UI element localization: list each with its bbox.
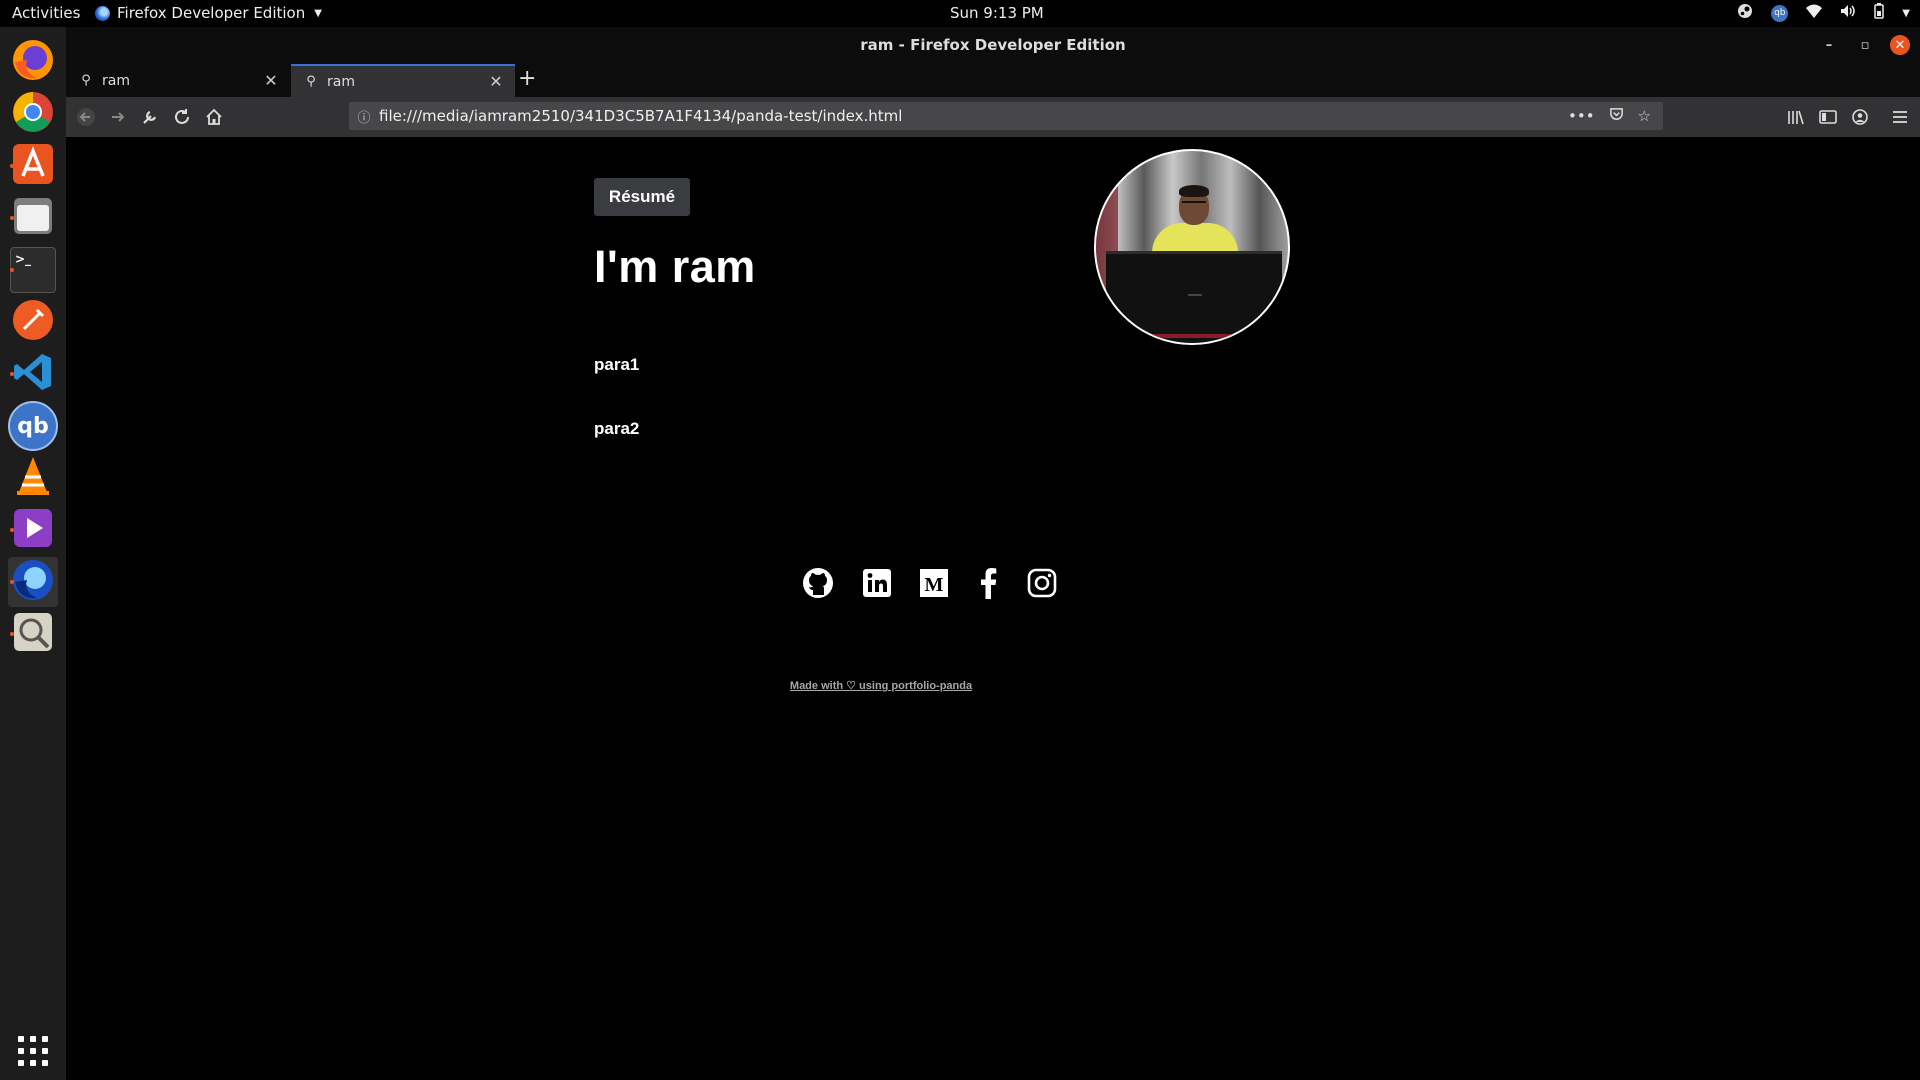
bookmark-star-icon[interactable]: ☆ — [1638, 107, 1651, 126]
reload-button[interactable] — [170, 105, 194, 129]
show-applications-button[interactable] — [18, 1036, 48, 1066]
postman-icon — [11, 298, 55, 346]
dock-firefox-developer-edition[interactable] — [8, 557, 58, 607]
dock-terminal[interactable]: >_ — [8, 245, 58, 295]
activities-button[interactable]: Activities — [12, 4, 80, 22]
tab-1[interactable]: ⚲ ram ✕ — [66, 64, 290, 97]
dock: >_ qb — [0, 27, 66, 1080]
svg-text:M: M — [925, 574, 944, 596]
hamburger-menu-icon[interactable] — [1888, 105, 1912, 129]
instagram-icon[interactable] — [1026, 567, 1058, 599]
dock-postman[interactable] — [8, 297, 58, 347]
files-icon — [11, 194, 55, 242]
dock-vscode[interactable] — [8, 349, 58, 399]
system-top-bar: Activities Firefox Developer Edition ▼ S… — [0, 0, 1920, 27]
sidebar-toggle-icon[interactable] — [1816, 105, 1840, 129]
tab-label: ram — [102, 72, 130, 89]
window-title: ram - Firefox Developer Edition — [860, 36, 1126, 54]
dock-files[interactable] — [8, 193, 58, 243]
page-actions-menu-icon[interactable]: ••• — [1568, 107, 1595, 126]
vscode-icon — [11, 350, 55, 398]
new-tab-button[interactable]: + — [518, 66, 536, 91]
terminal-icon: >_ — [10, 247, 56, 293]
caret-down-icon: ▼ — [314, 7, 322, 19]
url-bar[interactable]: ⓘ file:///media/iamram2510/341D3C5B7A1F4… — [349, 102, 1663, 130]
running-indicator — [10, 164, 14, 168]
maximize-button[interactable]: ▫ — [1854, 34, 1876, 56]
chrome-icon — [11, 90, 55, 138]
paragraph-2: para2 — [594, 419, 640, 438]
running-indicator — [10, 580, 14, 584]
linkedin-icon[interactable] — [861, 567, 893, 599]
medium-icon[interactable]: M — [918, 567, 950, 599]
library-icon[interactable] — [1784, 105, 1808, 129]
github-icon[interactable] — [802, 567, 834, 599]
close-window-button[interactable]: ✕ — [1890, 35, 1910, 55]
site-info-icon[interactable]: ⓘ — [349, 107, 379, 126]
dock-vlc[interactable] — [8, 453, 58, 503]
system-menu-caret-icon[interactable]: ▼ — [1902, 8, 1910, 19]
tab-2[interactable]: ⚲ ram ✕ — [291, 64, 515, 97]
profile-avatar — [1094, 149, 1290, 345]
pocket-icon[interactable] — [1609, 107, 1624, 126]
home-button[interactable] — [202, 105, 226, 129]
resume-button[interactable]: Résumé — [594, 178, 690, 216]
qbittorrent-tray-icon[interactable]: qb — [1771, 4, 1789, 22]
page-headline: I'm ram — [594, 241, 756, 292]
wifi-icon[interactable] — [1806, 4, 1823, 22]
volume-icon[interactable] — [1840, 4, 1856, 22]
url-text[interactable]: file:///media/iamram2510/341D3C5B7A1F413… — [379, 107, 1568, 125]
qbittorrent-icon: qb — [8, 401, 58, 451]
back-button[interactable] — [74, 105, 98, 129]
panda-favicon-icon: ⚲ — [306, 74, 316, 89]
clock[interactable]: Sun 9:13 PM — [950, 4, 1044, 22]
minimize-button[interactable]: – — [1818, 34, 1840, 56]
tab-strip: ⚲ ram ✕ ⚲ ram ✕ + — [66, 64, 1920, 97]
page-actions: ••• ☆ — [1568, 107, 1651, 126]
close-tab-icon[interactable]: ✕ — [260, 71, 282, 90]
running-indicator — [10, 528, 14, 532]
steam-icon[interactable] — [1737, 3, 1753, 23]
paragraph-1: para1 — [594, 355, 640, 374]
account-icon[interactable] — [1848, 105, 1872, 129]
running-indicator — [10, 372, 14, 376]
dock-chrome[interactable] — [8, 89, 58, 139]
dock-media-player[interactable] — [8, 505, 58, 555]
app-menu-label: Firefox Developer Edition — [117, 4, 306, 22]
forward-button[interactable] — [106, 105, 130, 129]
window-titlebar[interactable]: ram - Firefox Developer Edition – ▫ ✕ — [66, 27, 1920, 64]
tab-label: ram — [327, 73, 355, 90]
footer-credit-link[interactable]: Made with ♡ using portfolio-panda — [716, 679, 1046, 692]
running-indicator — [10, 268, 14, 272]
dock-firefox[interactable] — [8, 37, 58, 87]
developer-tools-wrench-icon[interactable] — [138, 105, 162, 129]
software-center-icon — [11, 142, 55, 190]
panda-favicon-icon: ⚲ — [81, 73, 91, 88]
navigation-toolbar: ⓘ file:///media/iamram2510/341D3C5B7A1F4… — [66, 97, 1920, 137]
system-tray[interactable]: qb ▼ — [1737, 3, 1910, 23]
dock-software-center[interactable] — [8, 141, 58, 191]
dock-qbittorrent[interactable]: qb — [8, 401, 58, 451]
vlc-icon — [11, 454, 55, 502]
firefox-developer-edition-icon — [11, 558, 55, 606]
close-tab-icon[interactable]: ✕ — [485, 72, 507, 91]
web-content: Résumé I'm ram para1 para2 M Made with ♡… — [66, 137, 1920, 1080]
app-menu[interactable]: Firefox Developer Edition ▼ — [95, 4, 322, 22]
battery-icon[interactable] — [1874, 3, 1885, 23]
media-player-icon — [11, 506, 55, 554]
firefox-developer-icon — [95, 5, 110, 21]
dock-image-viewer[interactable] — [8, 609, 58, 659]
running-indicator — [10, 216, 14, 220]
firefox-icon — [11, 38, 55, 86]
image-viewer-icon — [11, 610, 55, 658]
facebook-icon[interactable] — [972, 567, 1004, 599]
running-indicator — [10, 632, 14, 636]
